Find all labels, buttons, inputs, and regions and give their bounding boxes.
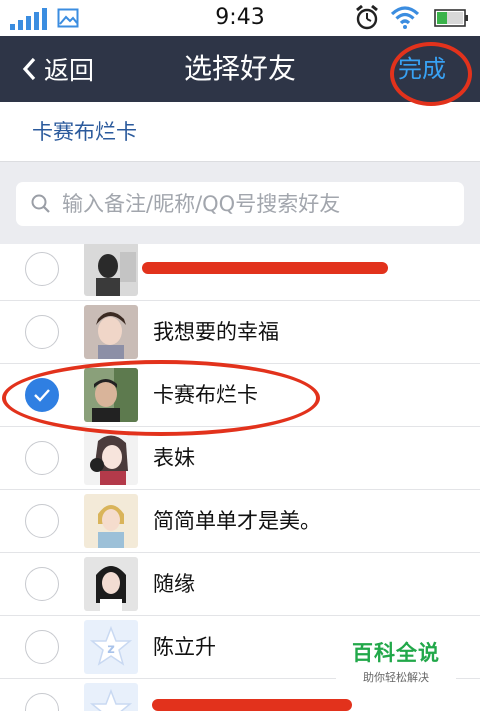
checkbox[interactable] <box>25 252 59 286</box>
watermark-title: 百科全说 <box>352 641 440 665</box>
watermark: 百科全说 助你轻松解决 <box>336 628 456 686</box>
friend-row[interactable]: 简简单单才是美。 <box>0 490 480 553</box>
search-input[interactable]: 输入备注/昵称/QQ号搜索好友 <box>16 182 464 226</box>
avatar <box>84 244 138 296</box>
search-area: 输入备注/昵称/QQ号搜索好友 <box>0 162 480 244</box>
selected-friend-chip[interactable]: 卡赛布烂卡 <box>32 102 137 162</box>
watermark-subtitle: 助你轻松解决 <box>363 671 429 684</box>
search-placeholder: 输入备注/昵称/QQ号搜索好友 <box>62 192 341 216</box>
default-avatar-icon: z <box>84 620 138 674</box>
default-avatar-icon <box>84 683 138 711</box>
avatar <box>84 557 138 611</box>
checkbox[interactable] <box>25 315 59 349</box>
selected-friends-strip: 卡赛布烂卡 <box>0 102 480 162</box>
wifi-icon <box>390 6 420 29</box>
highlight-ellipse-done <box>390 42 472 106</box>
checkbox[interactable] <box>25 693 59 711</box>
friend-name: 随缘 <box>153 572 195 596</box>
friend-name: 表妹 <box>153 446 195 470</box>
redaction-scribble <box>152 699 352 711</box>
checkbox[interactable] <box>25 441 59 475</box>
friend-name: 陈立升 <box>153 635 216 659</box>
checkbox[interactable] <box>25 504 59 538</box>
avatar <box>84 494 138 548</box>
search-icon <box>31 194 50 213</box>
friend-row[interactable]: 表妹 <box>0 427 480 490</box>
highlight-ellipse-selected-row <box>2 360 320 436</box>
avatar <box>84 305 138 359</box>
friend-name: 简简单单才是美。 <box>153 509 321 533</box>
svg-text:z: z <box>107 642 115 657</box>
friend-row[interactable]: 我想要的幸福 <box>0 301 480 364</box>
status-bar: 9:43 <box>0 0 480 36</box>
redaction-scribble <box>142 262 388 274</box>
battery-icon <box>434 9 468 27</box>
avatar <box>84 431 138 485</box>
checkbox[interactable] <box>25 630 59 664</box>
friend-name: 我想要的幸福 <box>153 320 279 344</box>
checkbox[interactable] <box>25 567 59 601</box>
friend-row[interactable]: 随缘 <box>0 553 480 616</box>
alarm-clock-icon <box>356 4 378 30</box>
